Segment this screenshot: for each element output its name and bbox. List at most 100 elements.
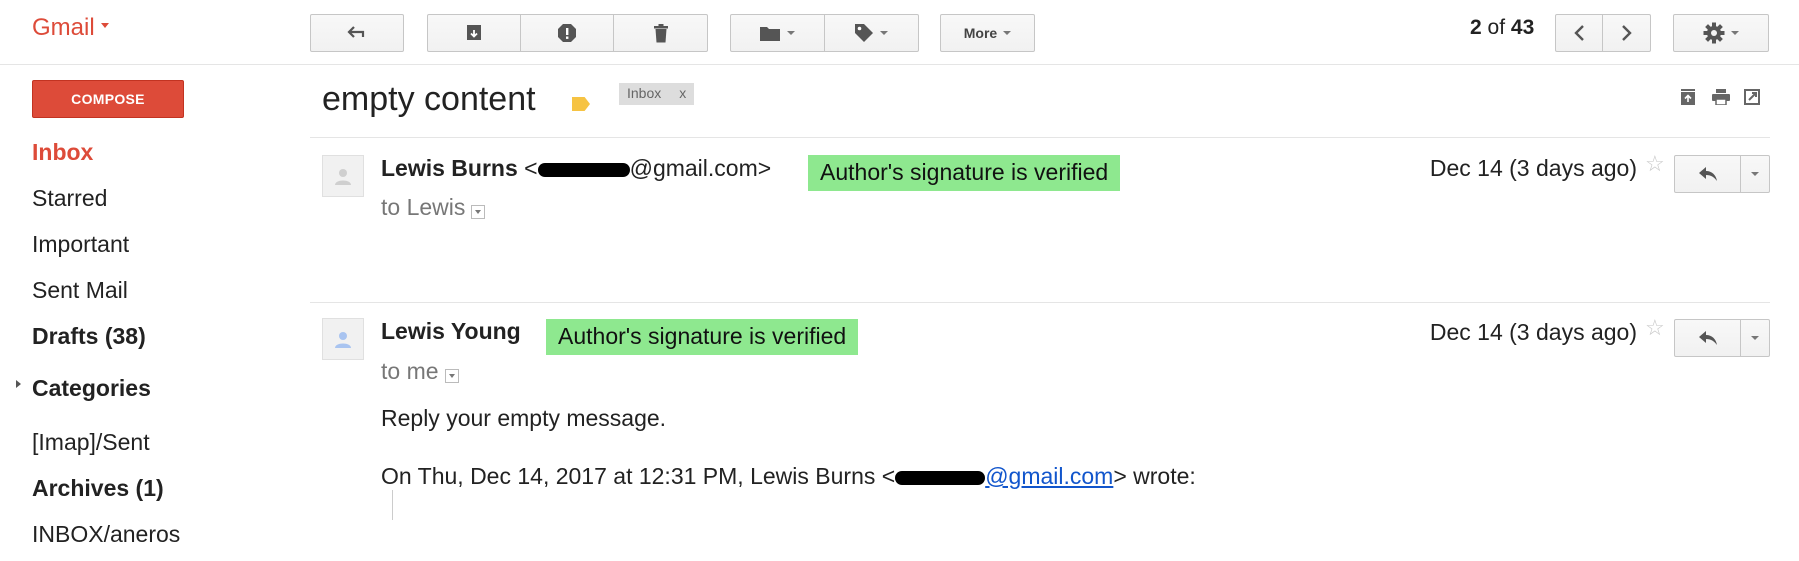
caret-down-icon bbox=[787, 31, 796, 35]
organize-group bbox=[730, 14, 919, 52]
label-chip-text: Inbox bbox=[627, 85, 662, 101]
report-spam-icon bbox=[558, 24, 576, 42]
recipient-line: to me bbox=[381, 358, 459, 385]
labels-button[interactable] bbox=[825, 15, 919, 51]
compose-button[interactable]: COMPOSE bbox=[32, 80, 184, 118]
quoted-email-link[interactable]: @gmail.com bbox=[895, 463, 1113, 489]
move-to-button[interactable] bbox=[731, 15, 825, 51]
quote-prefix: On Thu, Dec 14, 2017 at 12:31 PM, Lewis … bbox=[381, 463, 896, 489]
sidebar-item-drafts[interactable]: Drafts (38) bbox=[32, 323, 146, 350]
star-icon[interactable]: ☆ bbox=[1645, 315, 1665, 341]
sidebar-item-inbox-aneros[interactable]: INBOX/aneros bbox=[32, 521, 180, 548]
thread-divider bbox=[310, 137, 1770, 138]
print-all-button[interactable] bbox=[1712, 88, 1730, 106]
report-spam-button[interactable] bbox=[521, 15, 614, 51]
more-message-actions-button[interactable] bbox=[1741, 320, 1769, 356]
caret-down-icon bbox=[1751, 172, 1759, 176]
signature-verified-badge: Author's signature is verified bbox=[808, 155, 1121, 191]
reply-icon bbox=[1698, 331, 1717, 345]
sidebar-item-sent-mail[interactable]: Sent Mail bbox=[32, 277, 128, 304]
sender-email-domain: @gmail.com> bbox=[629, 155, 772, 181]
collapse-all-button[interactable] bbox=[1679, 88, 1697, 106]
inbox-label-chip: Inbox x bbox=[619, 83, 695, 105]
sender-email-open: < bbox=[524, 155, 538, 181]
quote-bar bbox=[392, 490, 393, 520]
more-button[interactable]: More bbox=[940, 14, 1035, 52]
caret-down-icon bbox=[100, 23, 109, 29]
pager-nav-group bbox=[1555, 14, 1651, 52]
reply-icon bbox=[1698, 167, 1717, 181]
show-details-icon[interactable] bbox=[444, 368, 459, 383]
expand-categories-icon[interactable] bbox=[16, 380, 21, 388]
person-icon bbox=[335, 332, 351, 348]
back-arrow-icon bbox=[347, 26, 365, 38]
avatar bbox=[322, 155, 364, 197]
delete-button[interactable] bbox=[614, 15, 707, 51]
collapse-all-icon bbox=[1679, 88, 1697, 106]
show-details-icon[interactable] bbox=[471, 204, 486, 219]
caret-down-icon bbox=[1003, 31, 1012, 35]
print-icon bbox=[1712, 88, 1730, 106]
new-window-icon bbox=[1743, 88, 1761, 106]
caret-down-icon bbox=[1751, 336, 1759, 340]
importance-marker-icon[interactable] bbox=[572, 97, 590, 111]
gmail-window: Gmail More 2 of 43 COMPOSE Inbox Starred… bbox=[0, 0, 1799, 561]
sidebar-item-categories[interactable]: Categories bbox=[32, 375, 151, 402]
pager-text: 2 of 43 bbox=[1470, 16, 1534, 40]
caret-down-icon bbox=[880, 31, 889, 35]
message-date[interactable]: Dec 14 (3 days ago) bbox=[1430, 319, 1637, 346]
reply-actions bbox=[1674, 319, 1770, 357]
redacted-email bbox=[537, 162, 630, 177]
chevron-left-icon bbox=[1574, 25, 1584, 41]
sidebar-item-starred[interactable]: Starred bbox=[32, 185, 107, 212]
avatar bbox=[322, 318, 364, 360]
message-body: Reply your empty message. bbox=[381, 405, 667, 431]
sidebar-item-inbox[interactable]: Inbox bbox=[32, 139, 93, 166]
message-date[interactable]: Dec 14 (3 days ago) bbox=[1430, 155, 1637, 182]
recipient-text: to me bbox=[381, 358, 439, 384]
recipient-text: to Lewis bbox=[381, 194, 466, 220]
message-sender[interactable]: Lewis Burns < @gmail.com> bbox=[381, 155, 771, 182]
quote-suffix: > wrote: bbox=[1113, 463, 1196, 489]
star-icon[interactable]: ☆ bbox=[1645, 151, 1665, 177]
gmail-menu[interactable]: Gmail bbox=[32, 14, 109, 42]
older-button[interactable] bbox=[1603, 15, 1650, 51]
chevron-right-icon bbox=[1621, 25, 1632, 41]
message-divider bbox=[310, 302, 1770, 303]
quote-attribution: On Thu, Dec 14, 2017 at 12:31 PM, Lewis … bbox=[381, 463, 1196, 490]
sender-name: Lewis Burns bbox=[381, 155, 518, 181]
thread-subject: empty content bbox=[322, 80, 536, 118]
toolbar-divider bbox=[0, 64, 1799, 65]
message-sender[interactable]: Lewis Young bbox=[381, 318, 521, 345]
reply-button[interactable] bbox=[1675, 320, 1741, 356]
message-actions-group bbox=[427, 14, 708, 52]
recipient-line: to Lewis bbox=[381, 194, 486, 221]
remove-label-button[interactable]: x bbox=[679, 85, 686, 103]
settings-button[interactable] bbox=[1673, 14, 1769, 52]
pager-total: 43 bbox=[1510, 16, 1535, 39]
reply-actions bbox=[1674, 155, 1770, 193]
pager-current: 2 bbox=[1470, 16, 1482, 39]
sidebar-item-imap-sent[interactable]: [Imap]/Sent bbox=[32, 429, 150, 456]
more-label: More bbox=[963, 25, 998, 41]
sidebar-item-archives[interactable]: Archives (1) bbox=[32, 475, 164, 502]
folder-icon bbox=[760, 26, 781, 41]
redacted-email bbox=[895, 470, 986, 485]
caret-down-icon bbox=[1731, 31, 1739, 35]
pager-of: of bbox=[1487, 16, 1506, 39]
sidebar-item-important[interactable]: Important bbox=[32, 231, 129, 258]
archive-button[interactable] bbox=[428, 15, 521, 51]
newer-button[interactable] bbox=[1556, 15, 1603, 51]
more-message-actions-button[interactable] bbox=[1741, 156, 1769, 192]
archive-icon bbox=[467, 25, 481, 40]
signature-verified-badge: Author's signature is verified bbox=[546, 319, 859, 355]
new-window-button[interactable] bbox=[1743, 88, 1761, 106]
gmail-logo: Gmail bbox=[32, 14, 95, 41]
quoted-email-domain: @gmail.com bbox=[985, 463, 1114, 489]
gear-icon bbox=[1703, 22, 1725, 44]
back-to-inbox-button[interactable] bbox=[310, 14, 404, 52]
sender-name: Lewis Young bbox=[381, 318, 521, 344]
person-icon bbox=[335, 169, 351, 185]
reply-button[interactable] bbox=[1675, 156, 1741, 192]
delete-icon bbox=[653, 23, 668, 42]
